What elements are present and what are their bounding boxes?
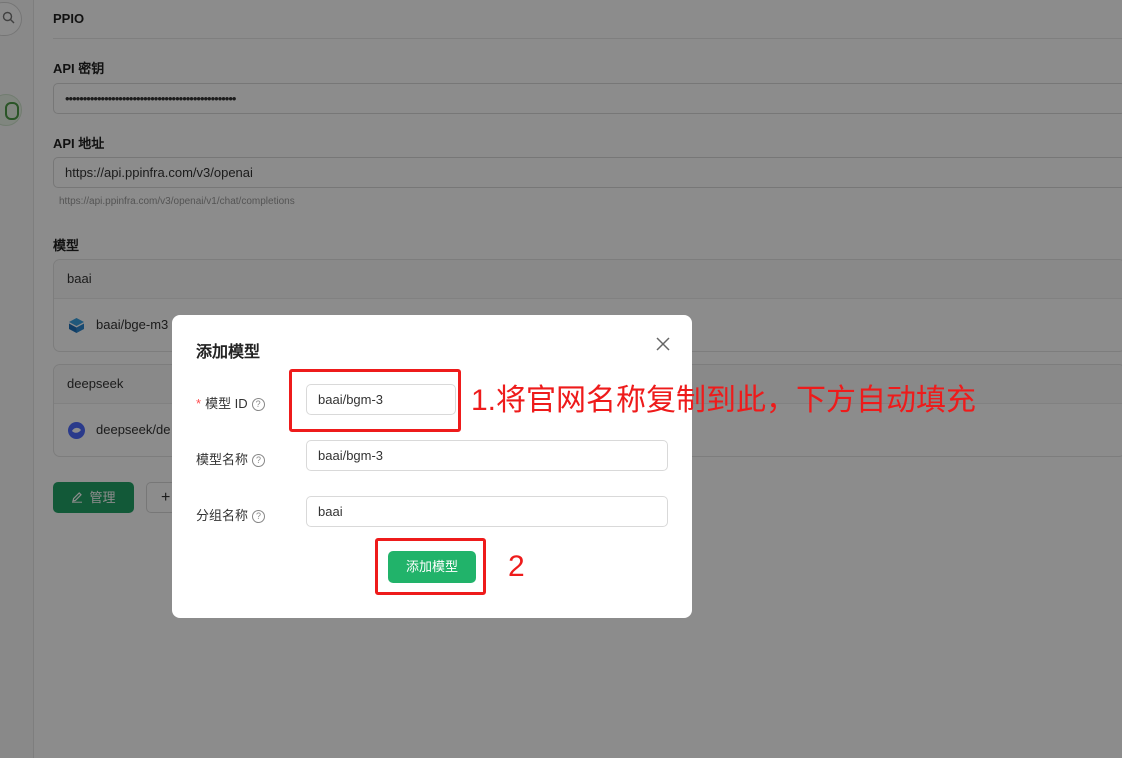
required-asterisk: *	[196, 396, 202, 411]
close-icon[interactable]	[654, 335, 672, 353]
model-name-label: 模型名称?	[196, 449, 266, 468]
group-name-label-text: 分组名称	[196, 508, 249, 523]
annotation-step2-text: 2	[508, 550, 525, 583]
group-name-input[interactable]: baai	[306, 496, 668, 527]
dialog-title: 添加模型	[196, 344, 261, 361]
model-id-label-text: 模型 ID	[205, 396, 248, 411]
annotation-step1-text: 1.将官网名称复制到此，下方自动填充	[471, 384, 977, 417]
question-circle-icon[interactable]: ?	[252, 454, 266, 467]
model-name-input[interactable]: baai/bgm-3	[306, 440, 668, 471]
annotation-box-model-id	[289, 369, 461, 432]
model-name-label-text: 模型名称	[196, 452, 249, 467]
question-circle-icon[interactable]: ?	[251, 398, 265, 411]
annotation-box-submit	[375, 538, 486, 595]
group-name-label: 分组名称?	[196, 505, 266, 524]
question-circle-icon[interactable]: ?	[252, 510, 266, 523]
model-id-label: * 模型 ID?	[196, 393, 265, 412]
